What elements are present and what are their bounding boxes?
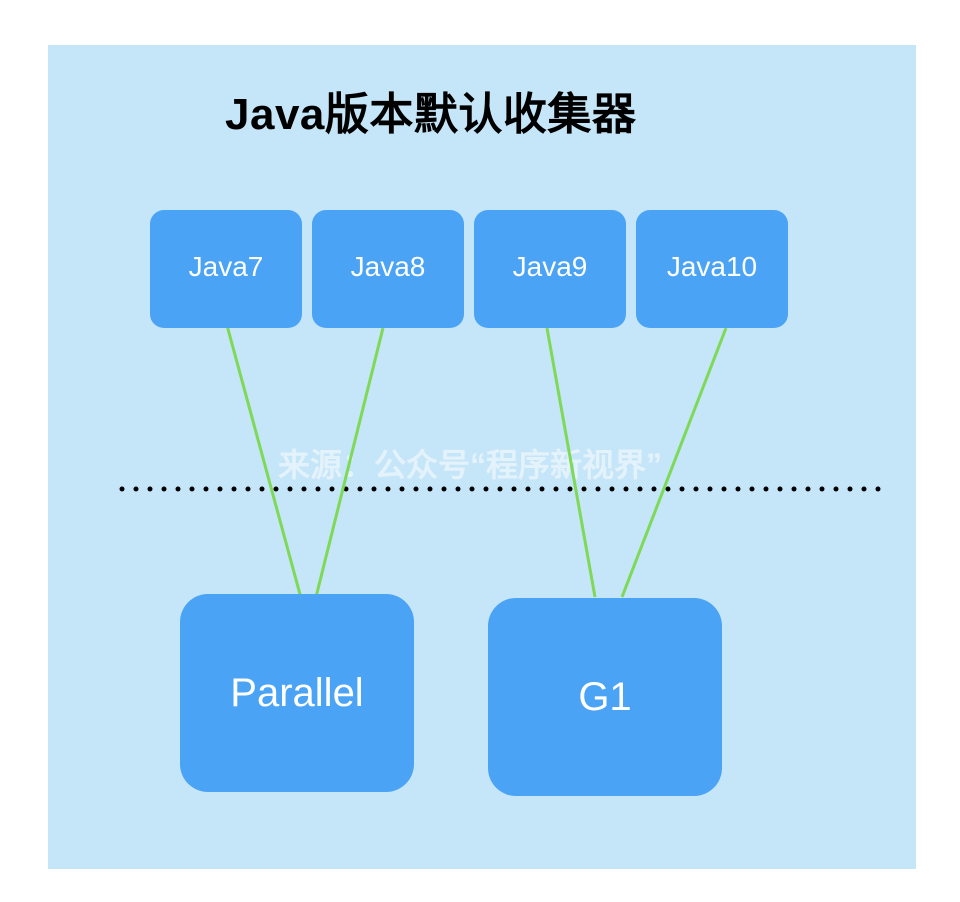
node-java10: Java10 — [636, 210, 788, 328]
node-parallel: Parallel — [180, 594, 414, 792]
node-java8: Java8 — [312, 210, 464, 328]
watermark-text: 来源：公众号“程序新视界” — [278, 447, 663, 483]
node-java7: Java7 — [150, 210, 302, 328]
node-g1: G1 — [488, 598, 722, 796]
diagram-title: Java版本默认收集器 — [225, 90, 637, 139]
node-java9: Java9 — [474, 210, 626, 328]
